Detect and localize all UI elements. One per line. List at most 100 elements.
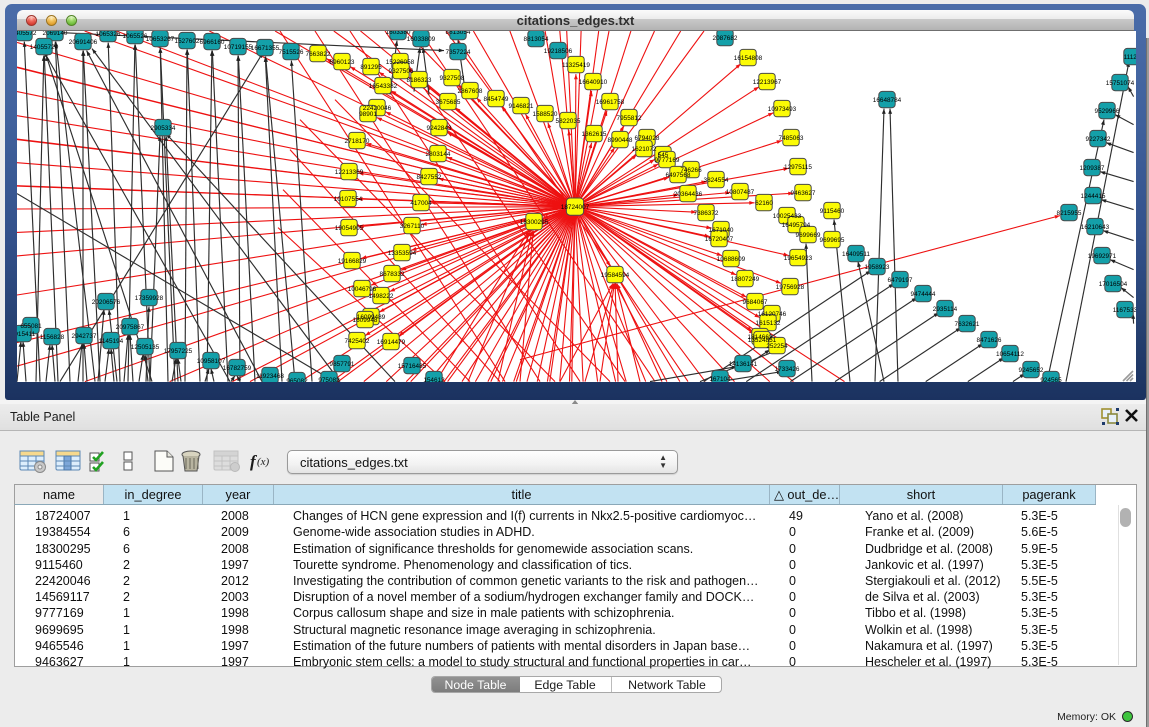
svg-text:154612: 154612 <box>423 377 445 382</box>
svg-text:10046796: 10046796 <box>348 286 377 293</box>
svg-text:9529966: 9529966 <box>1095 108 1120 115</box>
svg-text:8215955: 8215955 <box>1057 210 1082 217</box>
svg-text:1156828: 1156828 <box>40 334 65 341</box>
svg-text:11123: 11123 <box>1124 54 1136 61</box>
svg-text:8471626: 8471626 <box>977 337 1002 344</box>
svg-text:16210643: 16210643 <box>1081 224 1110 231</box>
svg-text:3915411: 3915411 <box>17 331 36 338</box>
svg-text:20691406: 20691406 <box>69 39 98 46</box>
svg-text:7357224: 7357224 <box>446 49 471 56</box>
svg-text:9327506: 9327506 <box>389 68 414 75</box>
svg-text:167104: 167104 <box>709 376 731 382</box>
svg-text:655081: 655081 <box>20 323 42 330</box>
svg-text:16543382: 16543382 <box>369 83 398 90</box>
svg-text:10973493: 10973493 <box>768 106 797 113</box>
svg-text:9857791: 9857791 <box>330 361 355 368</box>
svg-text:8454749: 8454749 <box>484 96 509 103</box>
svg-text:7515526: 7515526 <box>279 49 304 56</box>
svg-text:9242843: 9242843 <box>427 125 452 132</box>
svg-text:7485063: 7485063 <box>779 135 804 142</box>
svg-text:18300295: 18300295 <box>520 219 549 226</box>
svg-text:11923468: 11923468 <box>256 373 284 380</box>
svg-text:10688609: 10688609 <box>717 256 746 263</box>
svg-text:2905334: 2905334 <box>151 125 176 132</box>
svg-text:16648784: 16648784 <box>873 97 902 104</box>
svg-text:9227342: 9227342 <box>1086 136 1111 143</box>
svg-text:7386372: 7386372 <box>694 210 719 217</box>
svg-text:8186323: 8186323 <box>407 77 432 84</box>
svg-text:1621072: 1621072 <box>632 146 657 153</box>
svg-text:16782759: 16782759 <box>223 365 252 372</box>
svg-text:8813054: 8813054 <box>446 31 471 36</box>
svg-text:16033809: 16033809 <box>407 36 436 43</box>
svg-text:12505135: 12505135 <box>131 344 160 351</box>
svg-text:6479197: 6479197 <box>888 277 913 284</box>
svg-text:1671040: 1671040 <box>709 227 734 234</box>
svg-text:9245652: 9245652 <box>1019 367 1044 374</box>
svg-text:7663822: 7663822 <box>306 51 331 58</box>
svg-text:7425402: 7425402 <box>345 338 370 345</box>
svg-text:1588520: 1588520 <box>533 111 558 118</box>
svg-text:16409511: 16409511 <box>842 251 870 258</box>
svg-text:15751074: 15751074 <box>1106 80 1135 87</box>
svg-text:1362615: 1362615 <box>582 131 607 138</box>
svg-text:891295: 891295 <box>360 64 382 71</box>
svg-text:17016504: 17016504 <box>1099 281 1128 288</box>
svg-text:10025433: 10025433 <box>773 213 802 220</box>
svg-text:10807487: 10807487 <box>726 189 755 196</box>
svg-text:10654112: 10654112 <box>996 351 1024 358</box>
svg-text:924565: 924565 <box>1040 377 1062 382</box>
svg-text:1244415: 1244415 <box>1081 193 1106 200</box>
svg-text:12213967: 12213967 <box>753 79 782 86</box>
svg-text:16640910: 16640910 <box>579 79 608 86</box>
svg-text:9699695: 9699695 <box>820 237 845 244</box>
svg-text:7955812: 7955812 <box>617 115 642 122</box>
svg-text:3675685: 3675685 <box>436 99 461 106</box>
svg-text:1167533: 1167533 <box>1113 307 1136 314</box>
svg-text:16961758: 16961758 <box>596 99 625 106</box>
svg-text:2718170: 2718170 <box>345 138 370 145</box>
svg-text:16120746: 16120746 <box>758 311 787 318</box>
svg-text:20206576: 20206576 <box>92 299 121 306</box>
svg-text:1733426: 1733426 <box>775 366 800 373</box>
svg-text:19654923: 19654923 <box>784 255 813 262</box>
svg-text:14136141: 14136141 <box>729 361 758 368</box>
svg-text:8678332: 8678332 <box>380 271 405 278</box>
svg-text:417004: 417004 <box>410 200 432 207</box>
svg-text:1065326: 1065326 <box>96 31 121 38</box>
svg-text:16671355: 16671355 <box>251 45 280 52</box>
svg-text:2867608: 2867608 <box>458 88 483 95</box>
svg-text:19054905: 19054905 <box>335 225 364 232</box>
svg-text:9699669: 9699669 <box>796 232 821 239</box>
svg-text:1498222: 1498222 <box>369 293 394 300</box>
svg-text:2803144: 2803144 <box>426 151 451 158</box>
svg-text:8427552: 8427552 <box>417 174 442 181</box>
svg-text:2087682: 2087682 <box>713 35 738 42</box>
svg-text:20975867: 20975867 <box>116 324 145 331</box>
svg-text:16914479: 16914479 <box>377 339 406 346</box>
svg-text:14055724: 14055724 <box>30 44 59 51</box>
svg-text:9146821: 9146821 <box>509 103 534 110</box>
svg-text:9463627: 9463627 <box>791 190 816 197</box>
svg-text:2069140: 2069140 <box>43 31 68 37</box>
svg-text:16154808: 16154808 <box>734 55 763 62</box>
svg-text:9777169: 9777169 <box>655 157 680 164</box>
svg-text:19756928: 19756928 <box>776 284 805 291</box>
svg-text:3824554: 3824554 <box>704 177 729 184</box>
svg-text:10653267: 10653267 <box>146 36 175 43</box>
svg-text:1527602: 1527602 <box>175 38 200 45</box>
svg-text:13353594: 13353594 <box>388 250 417 257</box>
svg-text:1065526: 1065526 <box>123 33 148 40</box>
svg-text:6794028: 6794028 <box>635 135 660 142</box>
svg-text:252254: 252254 <box>766 343 788 350</box>
svg-text:9684067: 9684067 <box>743 299 768 306</box>
svg-text:12975115: 12975115 <box>784 164 812 171</box>
svg-text:20364436: 20364436 <box>674 191 703 198</box>
svg-text:19692971: 19692971 <box>1088 253 1117 260</box>
svg-text:1209387: 1209387 <box>1080 165 1105 172</box>
svg-text:18724007: 18724007 <box>561 204 590 211</box>
svg-text:5822035: 5822035 <box>556 118 581 125</box>
svg-text:8990448: 8990448 <box>608 137 633 144</box>
svg-text:1145194: 1145194 <box>99 338 124 345</box>
svg-text:9327508: 9327508 <box>440 75 465 82</box>
